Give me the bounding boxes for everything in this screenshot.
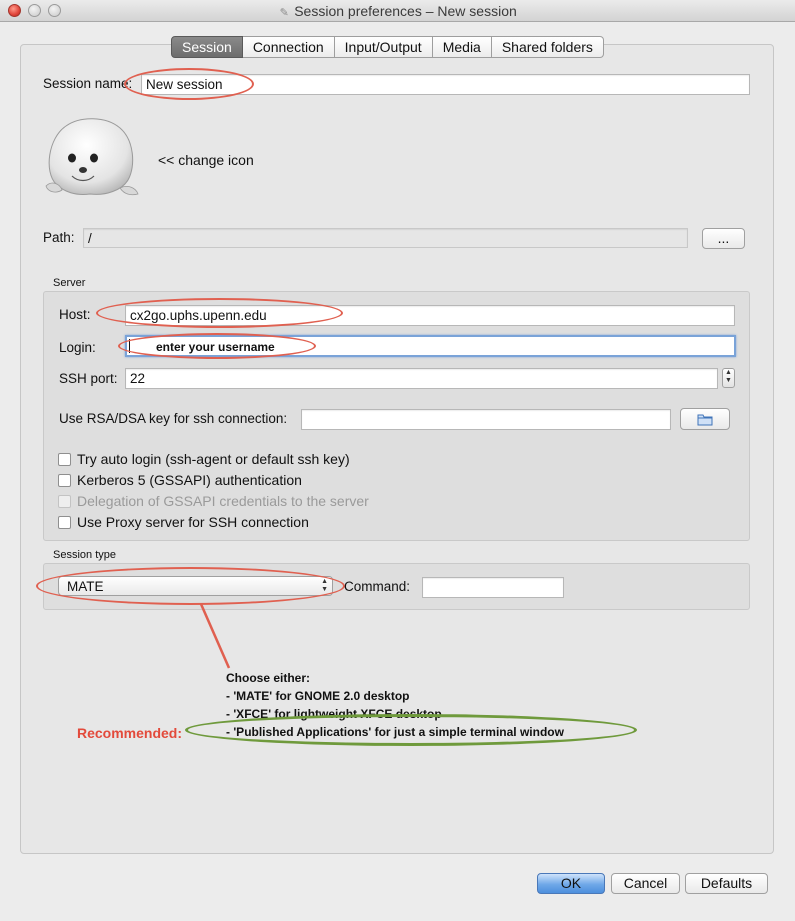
gssapi-delegation-checkbox (58, 494, 71, 508)
session-type-highlight (36, 567, 345, 605)
host-label: Host: (59, 307, 91, 322)
window-title: Session preferences – New session (294, 3, 517, 19)
ssh-port-input[interactable]: 22 (125, 368, 718, 389)
folder-icon (697, 414, 713, 426)
document-pencil-icon: ✎ (279, 7, 289, 19)
kerberos-label: Kerberos 5 (GSSAPI) authentication (77, 472, 302, 488)
published-apps-highlight (185, 714, 637, 746)
stepper-up-icon[interactable]: ▲ (723, 369, 734, 377)
recommended-label: Recommended: (77, 725, 183, 741)
kerberos-checkbox[interactable] (58, 473, 71, 487)
rsa-key-browse-button[interactable] (680, 408, 730, 430)
browse-path-button[interactable]: ... (702, 228, 745, 249)
cancel-button[interactable]: Cancel (611, 873, 680, 894)
gssapi-delegation-option: Delegation of GSSAPI credentials to the … (58, 493, 369, 509)
ssh-port-label: SSH port: (59, 371, 118, 386)
annotation-heading: Choose either: (226, 671, 311, 685)
tab-shared-folders[interactable]: Shared folders (491, 36, 604, 58)
seal-icon (45, 118, 139, 196)
annotation-pointer (199, 603, 231, 669)
stepper-down-icon[interactable]: ▼ (723, 377, 734, 385)
path-field: / (83, 228, 688, 248)
auto-login-label: Try auto login (ssh-agent or default ssh… (77, 451, 350, 467)
tab-media[interactable]: Media (432, 36, 492, 58)
session-name-highlight (124, 68, 254, 100)
annotation-line-mate: - 'MATE' for GNOME 2.0 desktop (226, 689, 410, 703)
session-icon-button[interactable] (42, 114, 140, 200)
tab-bar: Session Connection Input/Output Media Sh… (171, 36, 604, 58)
command-input[interactable] (422, 577, 564, 598)
rsa-key-label: Use RSA/DSA key for ssh connection: (59, 411, 288, 426)
ok-button[interactable]: OK (537, 873, 605, 894)
tab-session[interactable]: Session (171, 36, 243, 58)
session-name-label: Session name: (43, 76, 133, 91)
login-label: Login: (59, 340, 96, 355)
session-type-group-label: Session type (53, 549, 116, 561)
login-highlight (118, 333, 316, 359)
proxy-option[interactable]: Use Proxy server for SSH connection (58, 514, 309, 530)
kerberos-option[interactable]: Kerberos 5 (GSSAPI) authentication (58, 472, 302, 488)
auto-login-option[interactable]: Try auto login (ssh-agent or default ssh… (58, 451, 350, 467)
command-label: Command: (344, 579, 411, 594)
gssapi-delegation-label: Delegation of GSSAPI credentials to the … (77, 493, 369, 509)
proxy-checkbox[interactable] (58, 515, 71, 529)
path-label: Path: (43, 230, 75, 245)
rsa-key-input[interactable] (301, 409, 671, 430)
proxy-label: Use Proxy server for SSH connection (77, 514, 309, 530)
tab-input-output[interactable]: Input/Output (334, 36, 433, 58)
defaults-button[interactable]: Defaults (685, 873, 768, 894)
host-highlight (96, 298, 343, 328)
tab-connection[interactable]: Connection (242, 36, 335, 58)
server-group-label: Server (53, 277, 86, 289)
window-title-wrap: ✎ Session preferences – New session (0, 3, 795, 19)
auto-login-checkbox[interactable] (58, 452, 71, 466)
change-icon-label[interactable]: << change icon (158, 152, 254, 168)
ssh-port-stepper[interactable]: ▲ ▼ (722, 368, 735, 388)
